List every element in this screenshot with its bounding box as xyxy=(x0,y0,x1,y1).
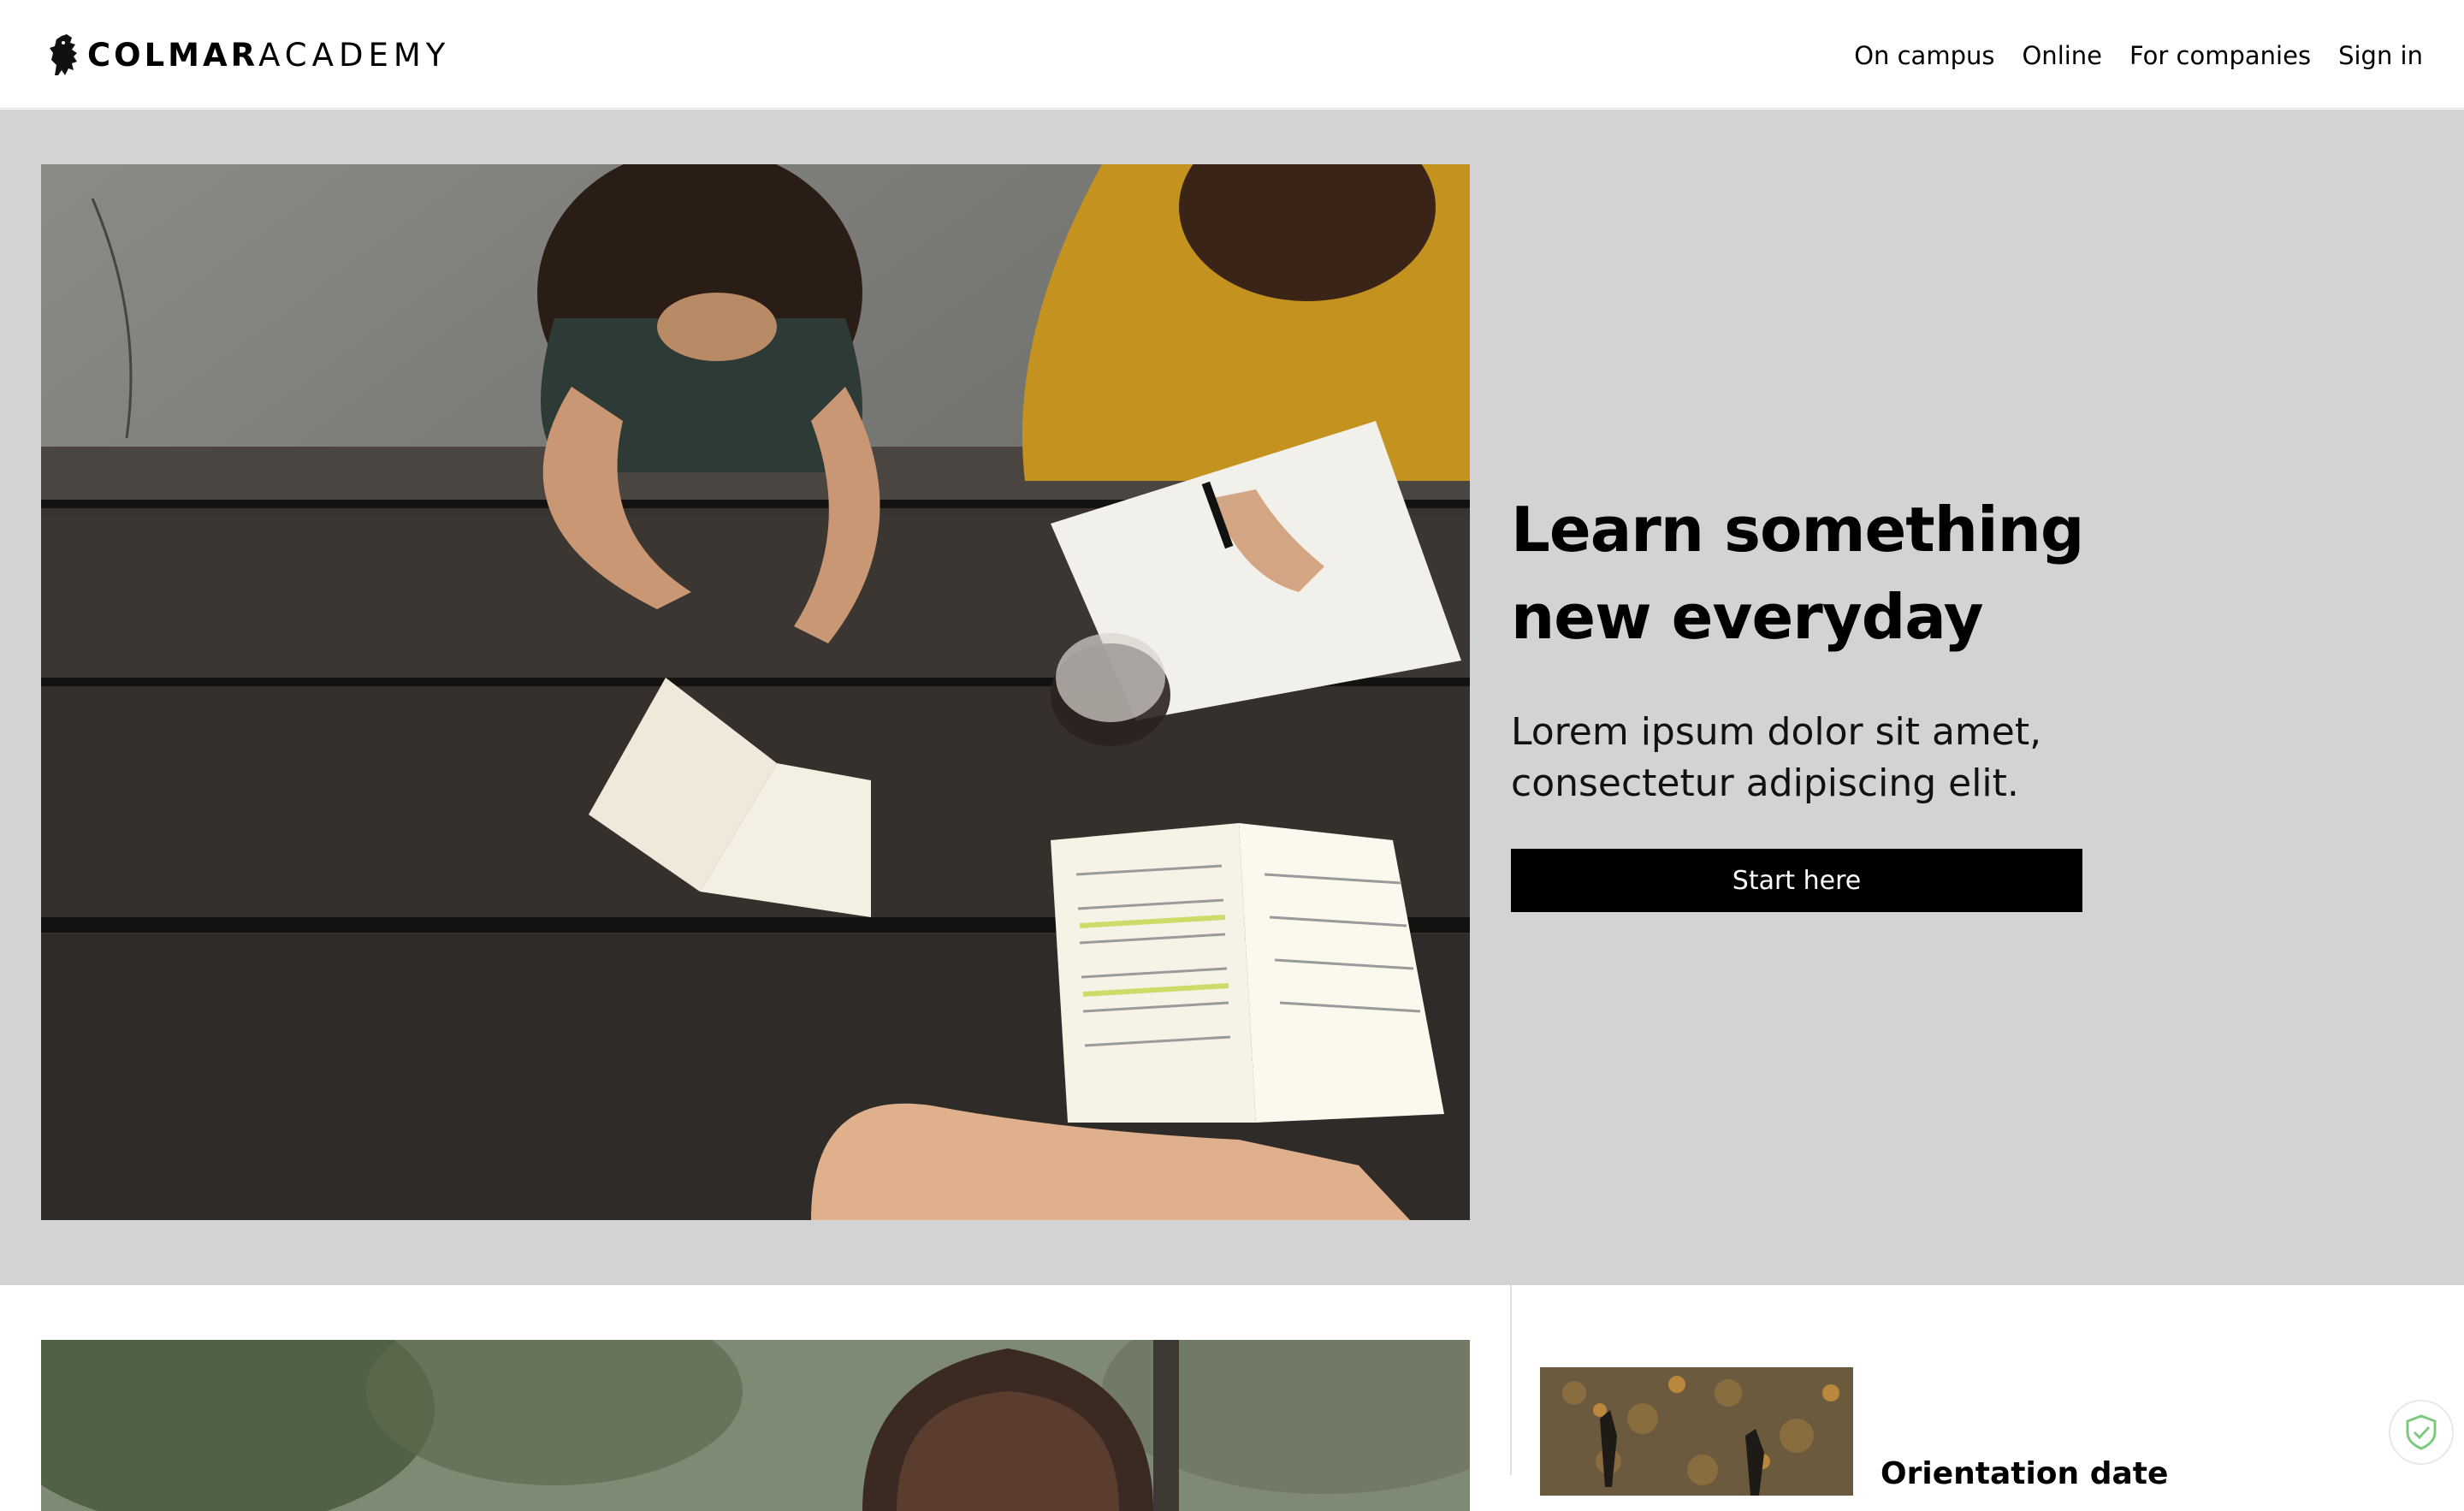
orientation-thumbnail[interactable] xyxy=(1540,1367,1853,1496)
lower-photo-illustration xyxy=(41,1340,1470,1511)
lion-rampant-icon xyxy=(50,34,77,75)
hero-subtitle: Lorem ipsum dolor sit amet, consectetur … xyxy=(1511,707,2195,809)
logo[interactable]: COLMAR ACADEMY xyxy=(46,29,450,80)
hero-title-line-1: Learn something xyxy=(1511,494,2084,566)
orientation-card-title[interactable]: Orientation date xyxy=(1881,1456,2168,1491)
shield-check-icon xyxy=(2406,1414,2437,1450)
site-header: COLMAR ACADEMY On campus Online For comp… xyxy=(0,0,2464,109)
hero-title: Learn something new everyday xyxy=(1511,486,2195,661)
hero-title-line-2: new everyday xyxy=(1511,581,1984,653)
section-divider xyxy=(1510,1285,1512,1475)
hero-section: Learn something new everyday Lorem ipsum… xyxy=(0,110,2464,1285)
nav-for-companies[interactable]: For companies xyxy=(2129,34,2311,77)
logo-text-light: ACADEMY xyxy=(258,36,451,74)
main-nav: On campus Online For companies Sign in xyxy=(1854,34,2423,77)
hero-subtitle-line-1: Lorem ipsum dolor sit amet, xyxy=(1511,710,2042,754)
nav-online[interactable]: Online xyxy=(2022,34,2102,77)
lower-photo-man-outdoors xyxy=(41,1340,1470,1511)
nav-sign-in[interactable]: Sign in xyxy=(2338,34,2423,77)
privacy-shield-badge[interactable] xyxy=(2389,1400,2454,1465)
hero-subtitle-line-2: consectetur adipiscing elit. xyxy=(1511,761,2019,805)
hero-text-block: Learn something new everyday Lorem ipsum… xyxy=(1511,486,2195,912)
nav-on-campus[interactable]: On campus xyxy=(1854,34,1994,77)
logo-text-bold: COLMAR xyxy=(87,36,259,74)
hero-photo-students-studying xyxy=(41,164,1470,1220)
hero-photo-illustration xyxy=(41,164,1470,1220)
orientation-photo-illustration xyxy=(1540,1367,1853,1496)
start-here-button[interactable]: Start here xyxy=(1511,849,2082,912)
lower-section: Orientation date xyxy=(0,1285,2464,1511)
